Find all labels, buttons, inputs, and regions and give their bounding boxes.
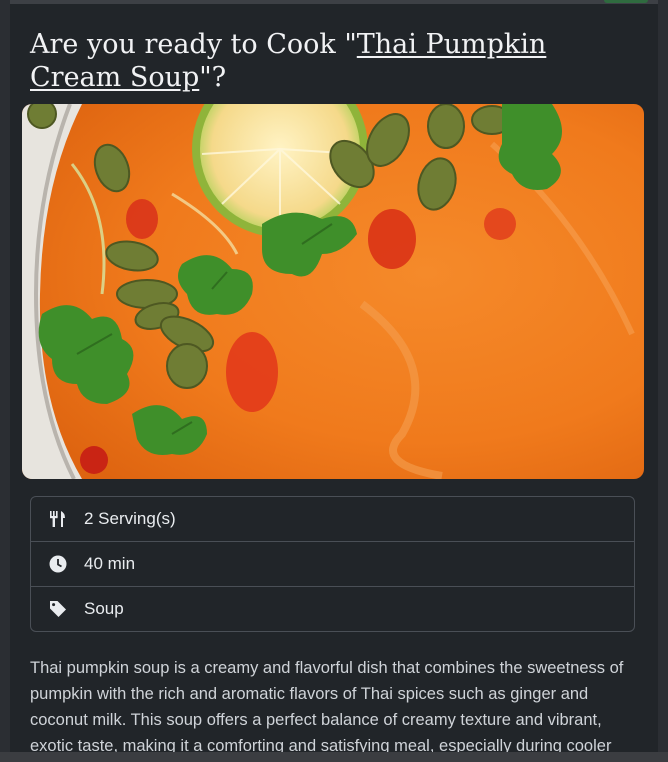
clock-icon [48, 554, 68, 574]
soup-photo [22, 104, 644, 479]
top-accent-bar [604, 0, 648, 3]
utensils-icon [48, 509, 68, 529]
app-window: Are you ready to Cook "Thai Pumpkin Crea… [0, 0, 668, 762]
servings-row: 2 Serving(s) [31, 497, 634, 541]
category-label: Soup [84, 599, 124, 618]
recipe-description: Thai pumpkin soup is a creamy and flavor… [30, 659, 624, 755]
time-row: 40 min [31, 541, 634, 586]
title-prefix: Are you ready to Cook " [30, 29, 357, 60]
tag-icon [48, 599, 68, 619]
time-label: 40 min [84, 554, 136, 573]
window-left-edge [0, 0, 10, 762]
title-suffix: "? [199, 62, 227, 93]
window-bottom-edge [0, 752, 668, 762]
recipe-info-list: 2 Serving(s) 40 min Soup [30, 496, 635, 632]
window-right-edge [658, 0, 668, 762]
category-row: Soup [31, 586, 634, 631]
recipe-hero-image [22, 104, 644, 479]
page-title: Are you ready to Cook "Thai Pumpkin Crea… [30, 28, 640, 94]
window-top-edge [0, 0, 668, 4]
servings-label: 2 Serving(s) [84, 509, 176, 528]
